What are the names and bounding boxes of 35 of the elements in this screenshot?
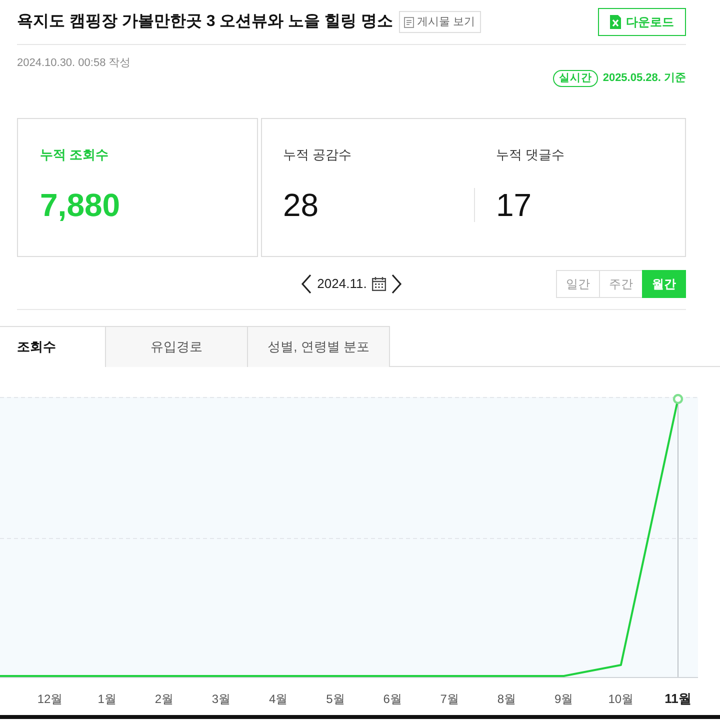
- stat-label: 누적 공감수: [283, 147, 353, 163]
- tab[interactable]: 유입경로: [106, 326, 248, 367]
- month-label: 10월: [608, 692, 634, 706]
- stat-value: 28: [283, 187, 319, 223]
- month-label: 2월: [154, 692, 174, 706]
- calendar-icon[interactable]: [372, 277, 386, 291]
- stat-label: 누적 조회수: [40, 147, 110, 163]
- document-icon: [404, 16, 414, 28]
- realtime-badge: 실시간: [552, 70, 598, 86]
- stat-value: 17: [496, 187, 532, 223]
- month-label: 7월: [440, 692, 459, 706]
- data-point-marker-icon: [672, 394, 684, 404]
- stat-value: 7,880: [40, 187, 120, 223]
- previous-button[interactable]: [301, 274, 312, 294]
- month-label: 3월: [212, 692, 231, 706]
- selected-date: 2024.11.: [317, 275, 367, 294]
- post-title: 욕지도 캠핑장 가볼만한곳 3 오션뷰와 노을 힐링 명소: [17, 12, 394, 32]
- month-label: 6월: [383, 692, 402, 706]
- view-post-button[interactable]: 게시물 보기: [399, 11, 482, 33]
- month-label: 5월: [326, 692, 345, 706]
- month-label: 1월: [98, 692, 116, 706]
- basis-date: 2025.05.28. 기준: [602, 70, 686, 86]
- month-label: 8월: [497, 692, 516, 706]
- next-button[interactable]: [390, 274, 402, 294]
- month-label: 4월: [269, 692, 288, 706]
- chevron-right-icon: [390, 274, 402, 294]
- month-label: 9월: [554, 692, 574, 706]
- spreadsheet-file-icon: [610, 15, 621, 29]
- month-label: 12월: [37, 692, 63, 706]
- tab[interactable]: 조회수: [0, 326, 106, 367]
- chevron-left-icon: [301, 274, 312, 294]
- tab[interactable]: 성별, 연령별 분포: [248, 326, 390, 367]
- created-date: 2024.10.30. 00:58 작성: [17, 56, 132, 70]
- month-label: 11월: [664, 691, 692, 706]
- stat-label: 누적 댓글수: [496, 147, 565, 163]
